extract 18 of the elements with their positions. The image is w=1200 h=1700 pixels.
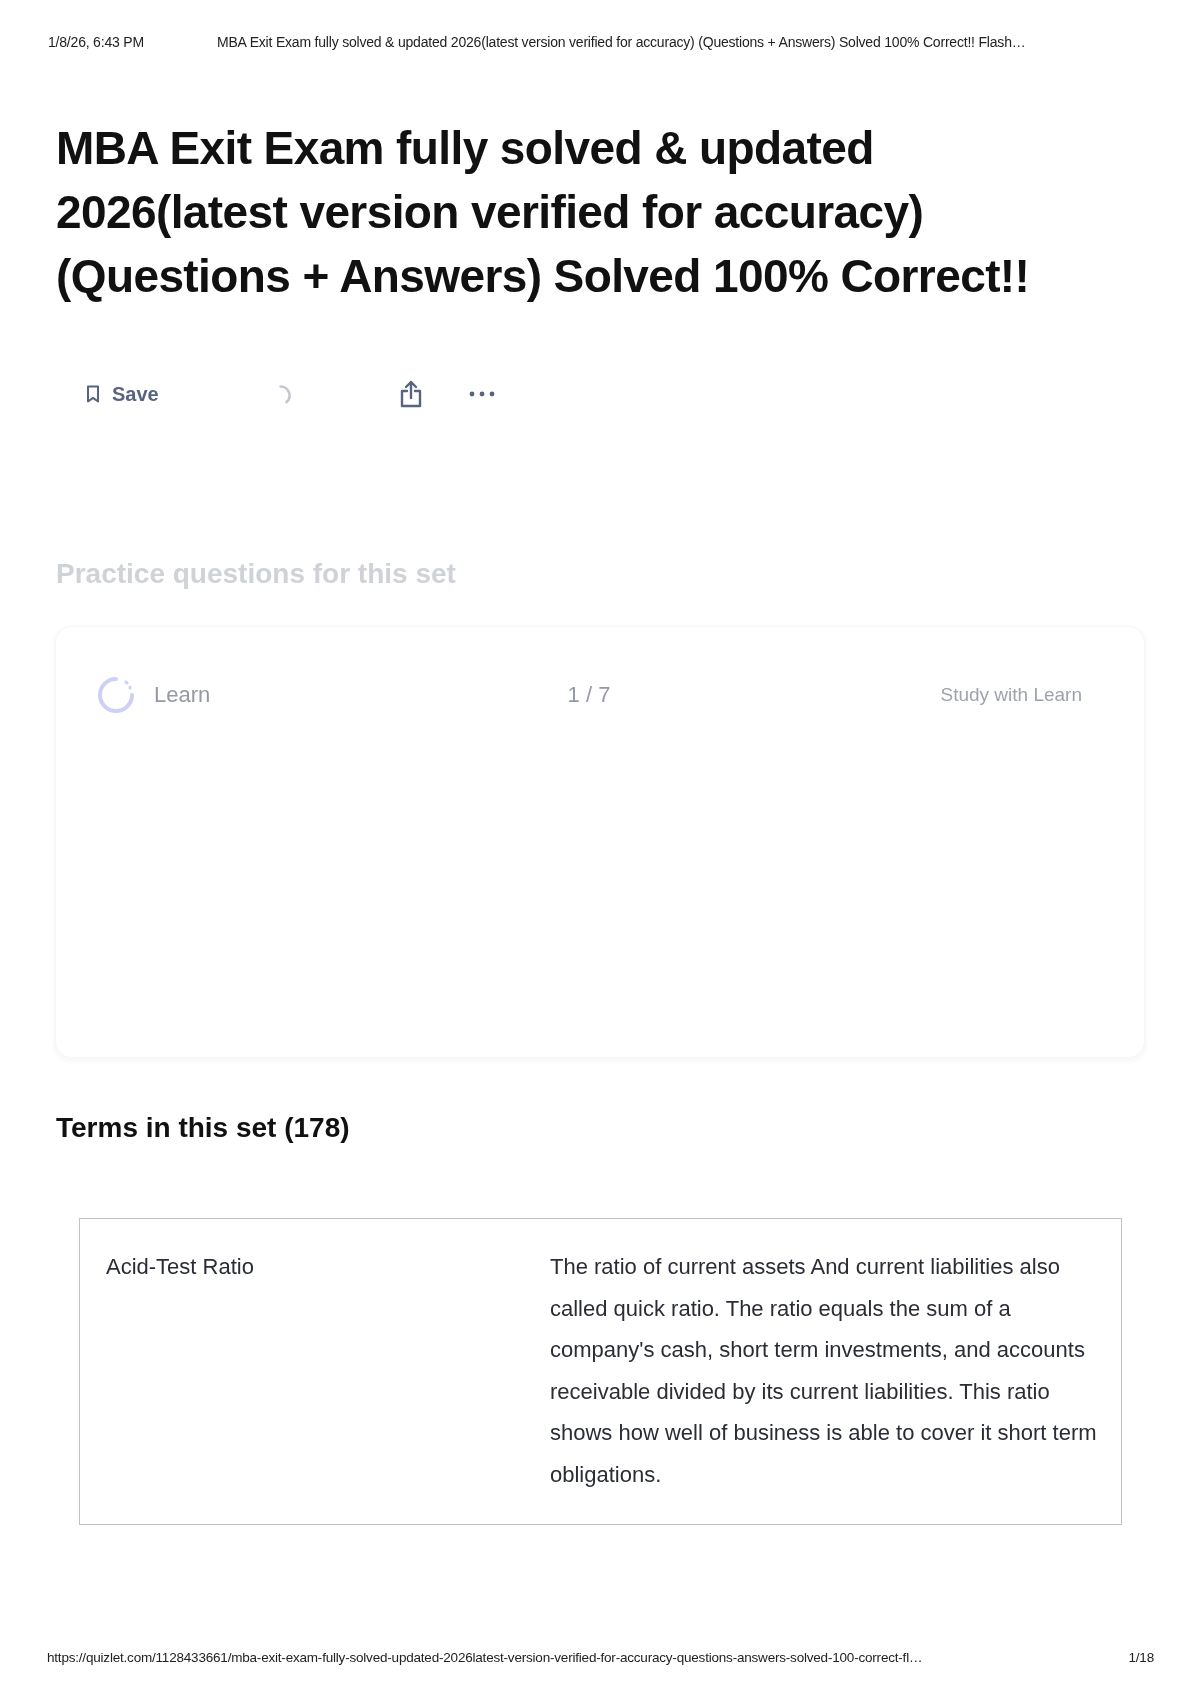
print-page-title: MBA Exit Exam fully solved & updated 2026(latest version verified for accuracy) (Questions + Answers) Solved 100% Correct!! Flash… — [217, 34, 1026, 50]
learn-label: Learn — [154, 682, 211, 708]
definition-text: The ratio of current assets And current liabilities also called quick ratio. The ratio equals the sum of a company's cash, short term investments, and accounts receivable divided by its current liabilities. This ratio shows how well of business is able to cover it short term obligations. — [550, 1253, 1098, 1489]
page-url: https://quizlet.com/1128433661/mba-exit-exam-fully-solved-updated-2026latest-version-verified-for-accuracy-questions-answers-solved-100-correct-fl… — [47, 1650, 923, 1665]
terms-heading: Terms in this set (178) — [55, 1111, 351, 1145]
spinner-icon — [278, 384, 291, 404]
share-button[interactable] — [398, 380, 423, 408]
page-number: 1/18 — [1128, 1650, 1154, 1665]
ring-icon — [96, 675, 136, 715]
more-icon — [468, 391, 495, 397]
progress-count: 1 / 7 — [567, 682, 611, 708]
more-options-button[interactable] — [468, 391, 495, 397]
bookmark-icon — [86, 385, 100, 403]
save-button[interactable]: Save — [74, 374, 171, 414]
set-title: MBA Exit Exam fully solved & updated 2026(latest version verified for accuracy) (Questions + Answers) Solved 100% Correct!! — [55, 121, 1031, 304]
print-date: 1/8/26, 6:43 PM — [48, 34, 145, 50]
share-icon — [398, 380, 423, 408]
term-text: Acid-Test Ratio — [106, 1253, 255, 1281]
